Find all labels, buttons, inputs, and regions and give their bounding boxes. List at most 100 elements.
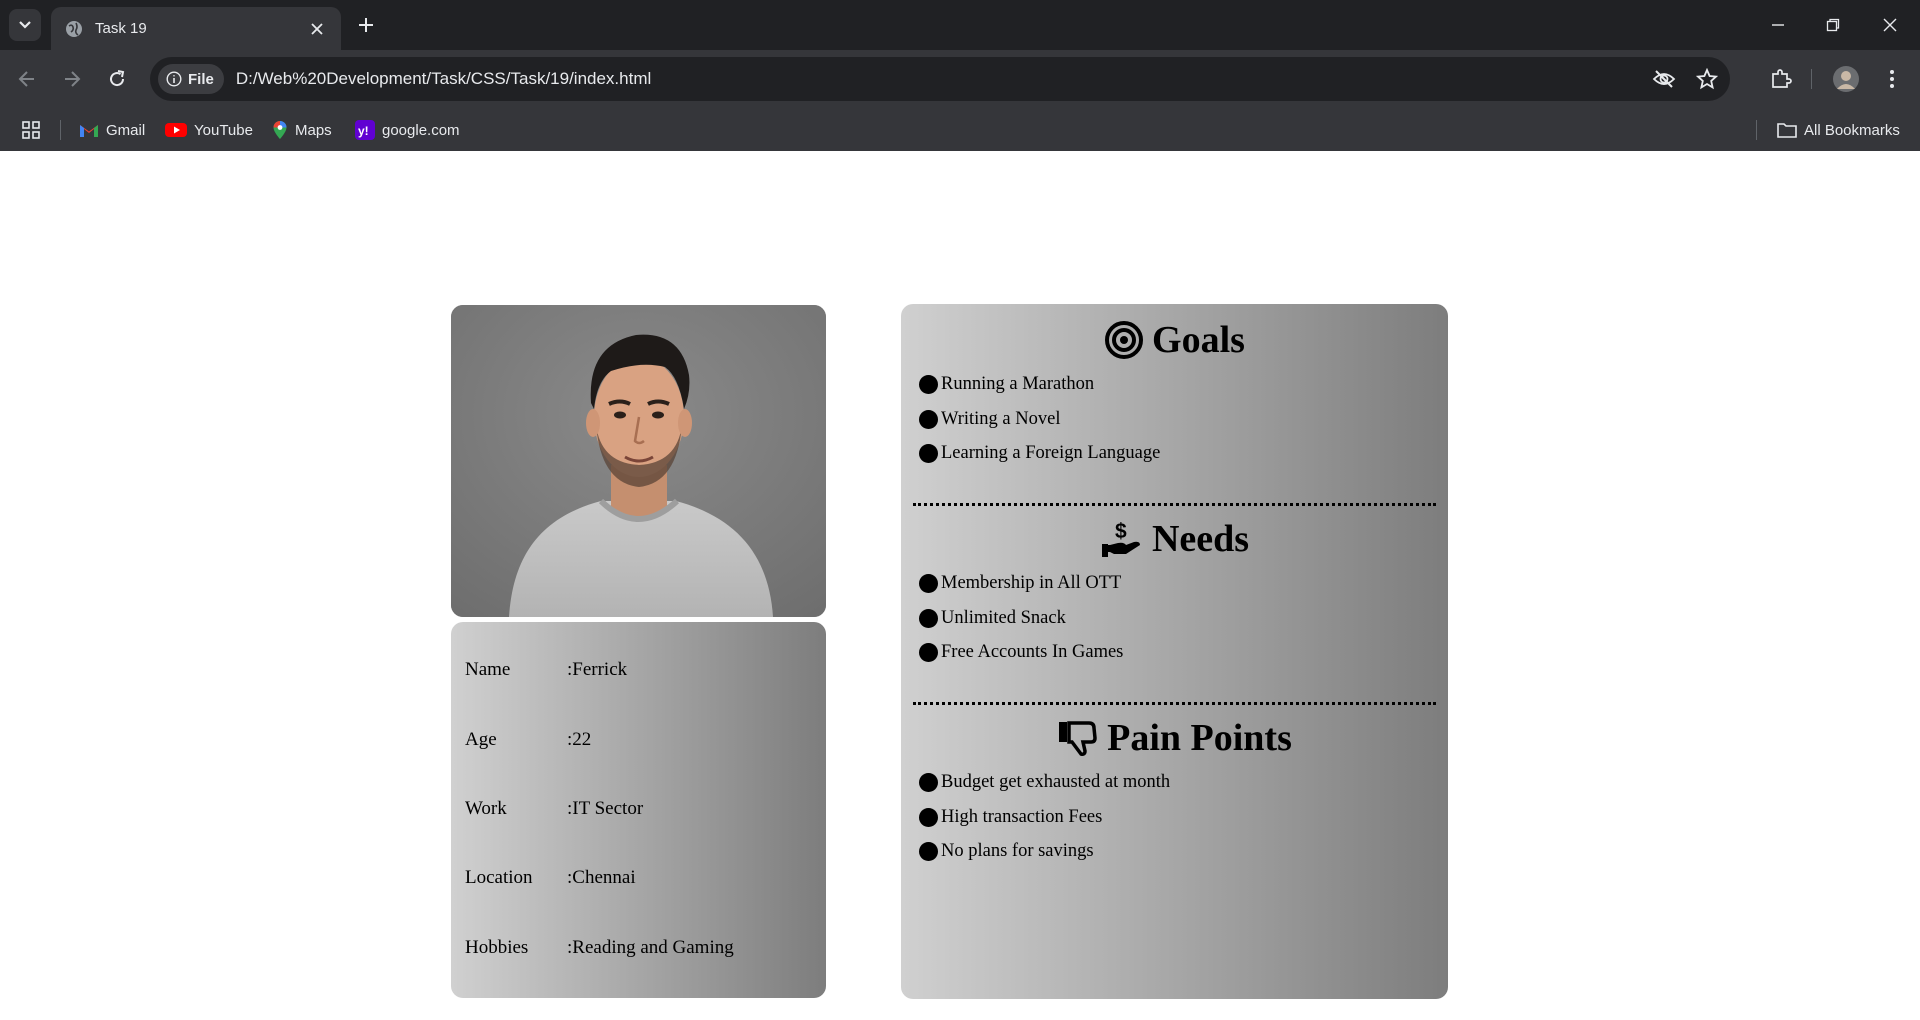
svg-text:y!: y! [358,124,369,138]
info-row-work: Work :IT Sector [465,798,643,820]
bookmark-label: YouTube [194,121,253,139]
yahoo-icon: y! [355,120,375,140]
info-row-name: Name :Ferrick [465,659,627,681]
bookmark-google[interactable]: y! google.com [355,118,460,142]
apps-button[interactable] [21,118,41,142]
tab-title: Task 19 [95,20,147,37]
bullet-icon [919,609,938,628]
bullet-icon [919,410,938,429]
need-text: Membership in All OTT [941,573,1122,593]
back-button[interactable] [14,66,40,92]
pain-point-item: No plans for savings [919,841,1094,862]
bookmarks-divider [60,120,61,140]
youtube-icon [165,123,187,137]
plus-icon [359,18,373,32]
browser-toolbar: File D:/Web%20Development/Task/CSS/Task/… [0,50,1920,108]
goal-item: Running a Marathon [919,374,1094,395]
tab-close-button[interactable] [307,19,327,39]
bullet-icon [919,773,938,792]
bullet-icon [919,643,938,662]
restore-icon [1826,18,1840,32]
url-text[interactable]: D:/Web%20Development/Task/CSS/Task/19/in… [236,69,651,89]
pain-point-text: High transaction Fees [941,807,1103,827]
info-value: :Chennai [567,867,636,888]
info-key: Hobbies [465,937,529,958]
bullet-icon [919,444,938,463]
pain-point-text: No plans for savings [941,841,1094,861]
site-info-chip[interactable]: File [158,64,224,94]
gmail-icon [80,125,98,137]
section-divider [913,702,1436,705]
needs-title: Needs [1151,518,1250,560]
bookmarks-bar: Gmail YouTube Maps y! google.com All Boo… [0,108,1920,151]
bookmarks-divider [1756,120,1757,140]
minimize-button[interactable] [1765,12,1791,38]
tab-strip: Task 19 [0,0,1920,50]
all-bookmarks-button[interactable]: All Bookmarks [1777,118,1900,142]
reload-button[interactable] [104,66,130,92]
info-value: :Reading and Gaming [567,937,734,958]
tab-search-button[interactable] [9,9,41,41]
bullet-icon [919,842,938,861]
new-tab-button[interactable] [353,12,379,38]
goals-title: Goals [1152,319,1245,361]
persona-details-card: Goals Running a Marathon Writing a Novel… [901,304,1448,999]
bookmark-label: Gmail [106,121,146,139]
extensions-button[interactable] [1767,65,1795,93]
goal-item: Writing a Novel [919,409,1060,430]
active-tab[interactable]: Task 19 [51,7,341,50]
page-viewport: Name :Ferrick Age :22 Work :IT Sector Lo… [0,151,1920,1020]
pain-point-item: Budget get exhausted at month [919,772,1170,793]
folder-icon [1777,123,1797,138]
need-item: Membership in All OTT [919,573,1121,594]
chevron-down-icon [19,21,31,29]
info-row-hobbies: Hobbies :Reading and Gaming [465,937,734,959]
eye-off-icon[interactable] [1652,67,1676,91]
profile-avatar-button[interactable] [1832,65,1860,93]
need-item: Free Accounts In Games [919,642,1123,663]
more-vertical-icon [1890,70,1894,88]
bookmark-maps[interactable]: Maps [272,118,332,142]
goal-text: Writing a Novel [941,409,1061,429]
forward-button[interactable] [59,66,85,92]
info-icon [166,71,182,87]
goal-text: Running a Marathon [941,374,1095,394]
info-key: Name [465,659,511,680]
portrait-photo [451,305,826,617]
profile-info-card: Name :Ferrick Age :22 Work :IT Sector Lo… [451,622,826,998]
bookmark-youtube[interactable]: YouTube [165,118,253,142]
info-value: :Ferrick [567,659,628,680]
bullet-icon [919,375,938,394]
star-icon[interactable] [1695,67,1719,91]
profile-photo-card [451,305,826,617]
info-value: :IT Sector [567,798,644,819]
arrow-left-icon [18,71,34,87]
toolbar-divider [1811,69,1812,89]
bullet-icon [919,808,938,827]
pain-points-title: Pain Points [1107,717,1292,759]
avatar [1833,66,1859,92]
needs-heading: $ Needs [901,517,1448,561]
info-row-age: Age :22 [465,729,591,751]
need-item: Unlimited Snack [919,608,1066,629]
minimize-icon [1772,24,1784,26]
info-row-location: Location :Chennai [465,867,636,889]
globe-icon [66,20,82,37]
apps-grid-icon [22,121,40,139]
pain-point-text: Budget get exhausted at month [941,772,1171,792]
svg-text:$: $ [1115,520,1127,543]
arrow-right-icon [65,71,81,87]
bookmark-label: google.com [382,121,460,139]
goal-item: Learning a Foreign Language [919,443,1160,464]
close-window-button[interactable] [1877,12,1903,38]
bookmark-gmail[interactable]: Gmail [79,118,145,142]
bullet-icon [919,574,938,593]
address-bar[interactable]: File D:/Web%20Development/Task/CSS/Task/… [150,57,1730,101]
goals-heading: Goals [901,318,1448,362]
info-value: :22 [567,729,592,750]
menu-button[interactable] [1878,65,1906,93]
goal-text: Learning a Foreign Language [941,443,1161,463]
restore-button[interactable] [1820,12,1846,38]
thumbs-down-icon [1059,721,1097,756]
need-text: Free Accounts In Games [941,642,1124,662]
